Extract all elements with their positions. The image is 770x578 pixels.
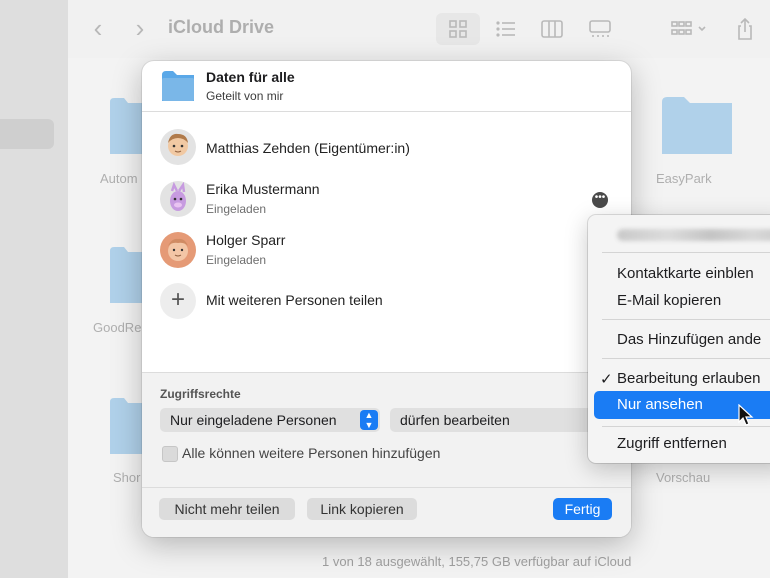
finder-sidebar [0,0,68,578]
avatar [160,181,196,217]
access-permission-value: dürfen bearbeiten [400,412,510,428]
person-status: Eingeladen [206,253,267,267]
menu-divider [602,358,770,359]
menu-item-view-only[interactable]: Nur ansehen [617,396,703,413]
ellipsis-icon: ••• [594,192,606,203]
menu-divider [602,252,770,253]
plus-icon: + [170,286,185,313]
sidebar-selected-item[interactable] [0,119,54,149]
menu-divider [602,319,770,320]
access-who-value: Nur eingeladene Personen [170,412,337,428]
person-name: Erika Mustermann [206,181,320,197]
access-label: Zugriffsrechte [160,387,241,401]
allow-add-checkbox[interactable] [162,446,178,462]
menu-item-allow-editing[interactable]: Bearbeitung erlauben [617,370,760,387]
folder-subtitle: Geteilt von mir [206,89,284,103]
sheet-header: Daten für alle Geteilt von mir [142,61,631,112]
folder-name: Daten für alle [206,69,295,85]
done-button[interactable]: Fertig [553,498,612,520]
folder-icon [162,71,194,101]
access-section: Zugriffsrechte Nur eingeladene Personen … [142,372,631,537]
copy-link-button[interactable]: Link kopieren [307,498,417,520]
updown-chevron-icon: ▲ ▼ [360,410,378,430]
status-bar-text: 1 von 18 ausgewählt, 155,75 GB verfügbar… [322,554,632,569]
person-name: Holger Sparr [206,232,286,248]
list-item[interactable]: Erika Mustermann Eingeladen [142,179,631,223]
stop-sharing-button[interactable]: Nicht mehr teilen [159,498,295,520]
menu-item-copy-email[interactable]: E-Mail kopieren [617,292,721,309]
list-item[interactable]: Matthias Zehden (Eigentümer:in) [142,129,631,173]
blurred-email [617,229,770,241]
person-name: Matthias Zehden (Eigentümer:in) [206,140,410,156]
person-status: Eingeladen [206,202,267,216]
add-person-button[interactable]: + [160,283,196,319]
share-sheet: Daten für alle Geteilt von mir Matthias … [142,61,631,537]
avatar [160,232,196,268]
access-who-select[interactable]: Nur eingeladene Personen ▲ ▼ [160,408,380,432]
divider [142,487,631,488]
menu-item-show-contact[interactable]: Kontaktkarte einblen [617,265,754,282]
list-item[interactable]: Holger Sparr Eingeladen [142,230,631,274]
allow-add-label: Alle können weitere Personen hinzufügen [182,445,441,461]
add-person-label[interactable]: Mit weiteren Personen teilen [206,292,383,308]
avatar [160,129,196,165]
mouse-cursor-icon [738,404,754,426]
menu-item-remove-access[interactable]: Zugriff entfernen [617,435,727,452]
more-options-button[interactable]: ••• [592,192,608,208]
menu-item-allow-adding[interactable]: Das Hinzufügen ande [617,331,761,348]
checkmark-icon: ✓ [600,371,613,388]
